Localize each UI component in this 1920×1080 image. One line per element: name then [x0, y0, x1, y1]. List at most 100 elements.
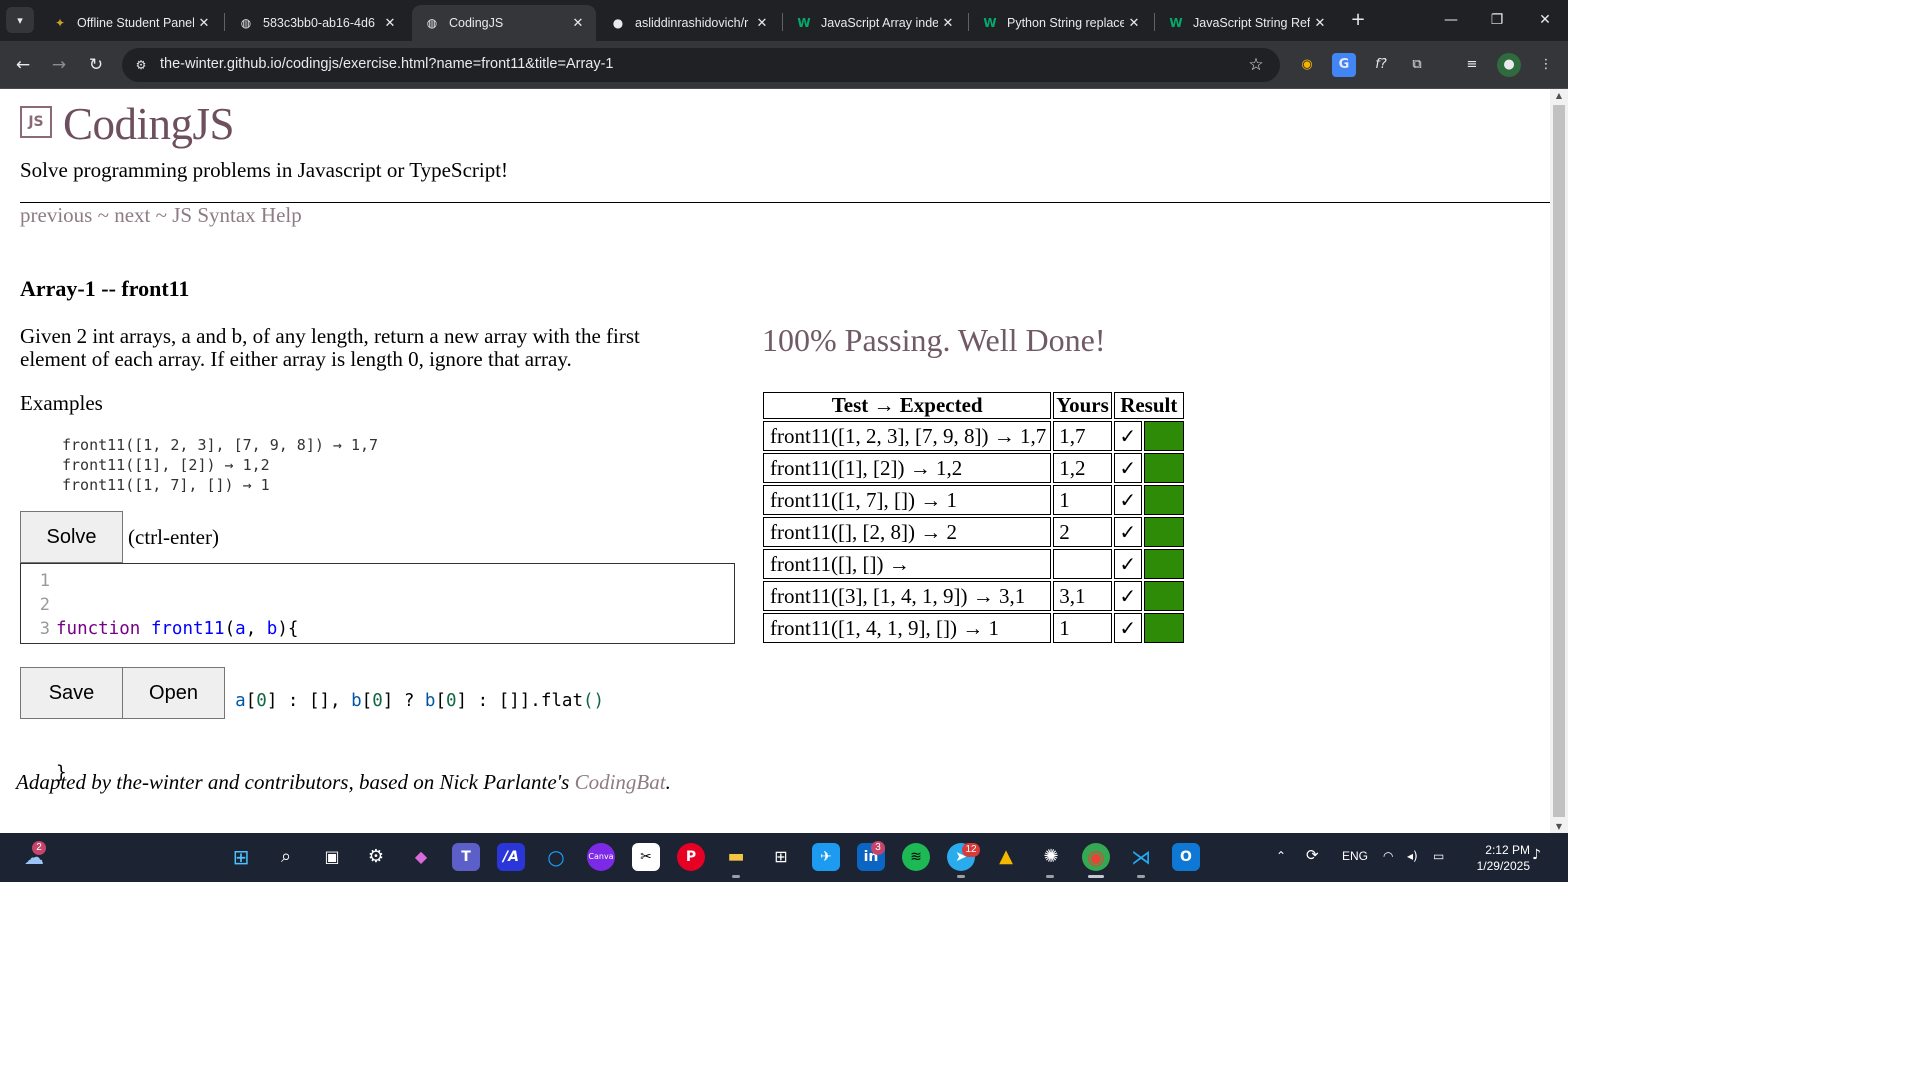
chatgpt-icon[interactable]: ✺	[1037, 843, 1065, 871]
pass-indicator	[1143, 613, 1184, 643]
vscode-icon[interactable]: ⋊	[1127, 843, 1155, 871]
page-scrollbar[interactable]: ▲ ▼	[1550, 89, 1568, 833]
tab-uuid-page[interactable]: ◍ 583c3bb0-ab16-4d6 ✕	[226, 5, 408, 41]
settings-gear-icon[interactable]: ⚙	[362, 843, 390, 871]
pinterest-icon[interactable]: P	[677, 843, 705, 871]
nav-separator: ~	[92, 203, 115, 227]
nav-separator: ~	[150, 203, 173, 227]
save-button[interactable]: Save	[20, 667, 123, 719]
system-clock[interactable]: 2:12 PM 1/29/2025	[1462, 842, 1530, 874]
close-window-button[interactable]: ✕	[1530, 8, 1560, 32]
twitter-icon[interactable]: ✈	[812, 843, 840, 871]
w3schools-icon: W	[1169, 16, 1183, 30]
check-mark-icon: ✓	[1113, 581, 1142, 611]
warning-triangle-app-icon[interactable]: ▲	[992, 843, 1020, 871]
scroll-down-arrow-icon[interactable]: ▼	[1554, 822, 1564, 831]
result-row: front11([], []) → ✓	[763, 549, 1184, 579]
running-indicator	[1137, 875, 1145, 878]
chrome-icon[interactable]: ◉	[1082, 843, 1110, 871]
footer-period: .	[665, 770, 671, 794]
chevron-up-icon[interactable]: ⌃	[1276, 849, 1286, 863]
sync-icon[interactable]: ⟳	[1306, 846, 1319, 864]
scrollbar-thumb[interactable]	[1553, 105, 1565, 817]
capcut-icon[interactable]: ✂	[632, 843, 660, 871]
url-text[interactable]: the-winter.github.io/codingjs/exercise.h…	[160, 56, 614, 72]
minimize-button[interactable]: —	[1436, 8, 1466, 32]
code-editor[interactable]: 1 2 3 function front11(a, b){ return [a[…	[20, 563, 735, 783]
your-output-cell: 1,7	[1053, 421, 1112, 451]
copilot-icon[interactable]: ◆	[407, 843, 435, 871]
tab-w3schools-array[interactable]: W JavaScript Array inde ✕	[784, 5, 966, 41]
next-link[interactable]: next	[114, 203, 150, 227]
outlook-icon[interactable]: O	[1172, 843, 1200, 871]
close-icon[interactable]: ✕	[752, 16, 772, 31]
wifi-icon[interactable]: ◠	[1383, 849, 1393, 863]
cortana-ring-icon[interactable]: ○	[542, 843, 570, 871]
close-icon[interactable]: ✕	[938, 16, 958, 31]
example-line: front11([1, 2, 3], [7, 9, 8]) → 1,7	[62, 436, 379, 454]
translate-extension-icon[interactable]: G	[1332, 53, 1356, 77]
color-extension-icon[interactable]: ◉	[1295, 53, 1319, 77]
search-icon[interactable]: ⌕	[272, 843, 300, 871]
teams-icon[interactable]: T	[452, 843, 480, 871]
site-info-icon[interactable]: ⚙	[131, 55, 151, 75]
running-indicator	[732, 875, 740, 878]
syntax-help-link[interactable]: JS Syntax Help	[172, 203, 302, 227]
tab-github[interactable]: ● asliddinrashidovich/r ✕	[598, 5, 780, 41]
pass-indicator	[1143, 581, 1184, 611]
language-indicator[interactable]: ENG	[1342, 849, 1368, 863]
extensions-puzzle-icon[interactable]: ⧉	[1405, 53, 1429, 77]
scroll-up-arrow-icon[interactable]: ▲	[1554, 91, 1564, 100]
tab-title: asliddinrashidovich/r	[635, 16, 749, 30]
task-view-icon[interactable]: ▣	[318, 843, 346, 871]
profile-avatar[interactable]: ●	[1497, 53, 1521, 77]
close-icon[interactable]: ✕	[1124, 16, 1144, 31]
notification-bell-icon[interactable]: ♪	[1532, 847, 1541, 863]
tab-codingjs[interactable]: ◍ CodingJS ✕	[412, 5, 596, 41]
check-mark-icon: ✓	[1113, 613, 1142, 643]
restore-button[interactable]: ❐	[1482, 8, 1512, 32]
open-button[interactable]: Open	[122, 667, 225, 719]
check-mark-icon: ✓	[1113, 421, 1142, 451]
linkedin-badge: 3	[871, 841, 885, 855]
back-button[interactable]: ←	[10, 52, 36, 78]
pass-indicator	[1143, 485, 1184, 515]
tab-title: JavaScript String Refe	[1193, 16, 1310, 30]
microsoft-store-icon[interactable]: ⊞	[767, 843, 795, 871]
tab-search-button[interactable]: ▾	[6, 7, 34, 33]
close-icon[interactable]: ✕	[568, 16, 588, 31]
close-icon[interactable]: ✕	[380, 16, 400, 31]
file-explorer-icon[interactable]: ▬	[722, 843, 750, 871]
previous-link[interactable]: previous	[20, 203, 92, 227]
close-icon[interactable]: ✕	[194, 16, 214, 31]
tab-title: JavaScript Array inde	[821, 16, 938, 30]
reload-button[interactable]: ↻	[83, 52, 109, 78]
forward-button[interactable]: →	[46, 52, 72, 78]
battery-icon[interactable]: ▭	[1433, 849, 1444, 863]
tab-w3schools-string[interactable]: W JavaScript String Refe ✕	[1156, 5, 1338, 41]
close-icon[interactable]: ✕	[1310, 16, 1330, 31]
your-output-cell: 3,1	[1053, 581, 1112, 611]
ai-app-icon[interactable]: /A	[497, 843, 525, 871]
volume-icon[interactable]: ◂)	[1407, 849, 1418, 863]
github-icon: ●	[612, 16, 624, 30]
active-app-indicator	[1088, 875, 1104, 878]
your-output-cell	[1053, 549, 1112, 579]
tab-offline-student-panel[interactable]: ✦ Offline Student Panel ✕	[40, 5, 222, 41]
codingbat-link[interactable]: CodingBat	[575, 770, 666, 794]
yours-column-header: Yours	[1053, 392, 1112, 419]
new-tab-button[interactable]: +	[1347, 8, 1369, 32]
tab-w3schools-python[interactable]: W Python String replace ✕	[970, 5, 1152, 41]
media-control-icon[interactable]: ≡	[1460, 53, 1484, 77]
solve-button[interactable]: Solve	[20, 511, 123, 563]
canva-icon[interactable]: Canva	[587, 843, 615, 871]
test-case-cell: front11([], [2, 8]) → 2	[763, 517, 1052, 547]
test-column-header: Test → Expected	[763, 392, 1052, 419]
w3schools-icon: W	[983, 16, 997, 30]
windows-start-icon[interactable]: ⊞	[227, 843, 255, 871]
bookmark-star-icon[interactable]: ☆	[1244, 53, 1268, 77]
kebab-menu-icon[interactable]: ⋮	[1534, 53, 1558, 77]
spotify-icon[interactable]: ≋	[902, 843, 930, 871]
formula-extension-icon[interactable]: f?	[1369, 53, 1393, 77]
code-line[interactable]: function front11(a, b){	[56, 617, 604, 641]
